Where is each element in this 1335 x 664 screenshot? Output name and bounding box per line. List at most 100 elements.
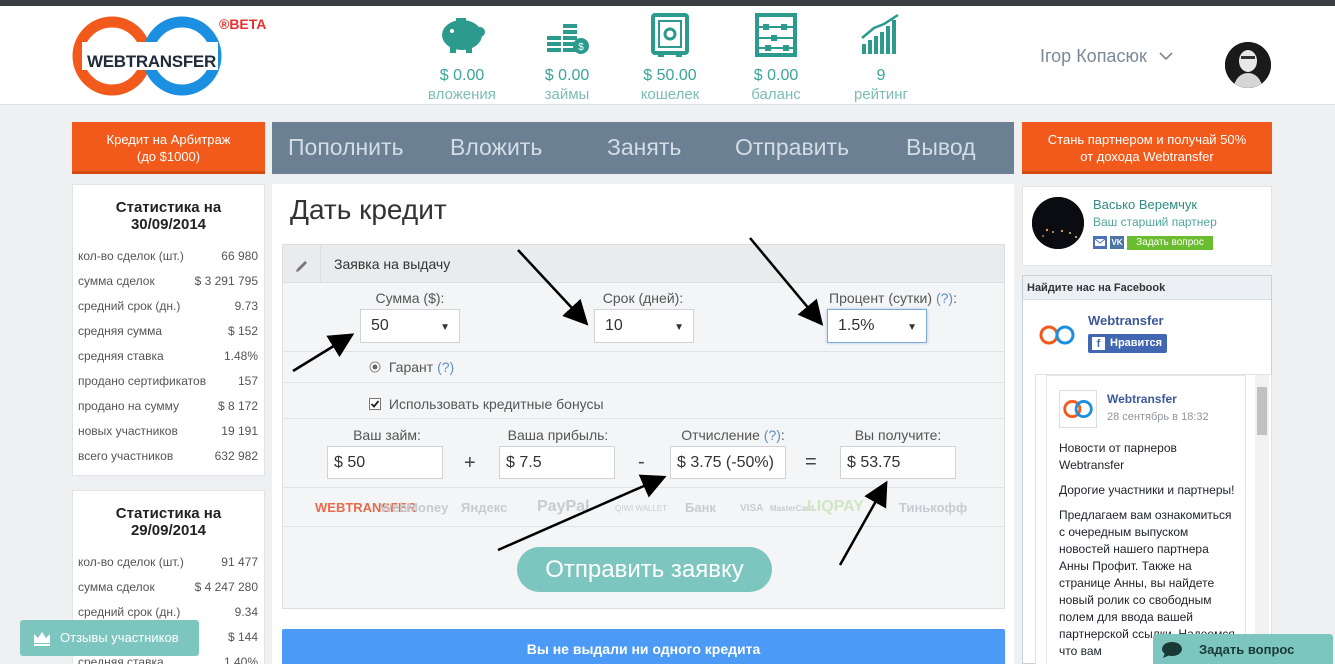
- deduction-label: Отчисление: [681, 427, 760, 443]
- nav-borrow[interactable]: Занять: [607, 134, 681, 161]
- guarantee-label: Гарант: [388, 359, 434, 375]
- user-avatar[interactable]: [1225, 42, 1271, 88]
- post-text: Новости от парнеров Webtransfer Дорогие …: [1059, 440, 1239, 664]
- stats-row: новых участников 19 191: [73, 424, 264, 449]
- stats-row-label: кол-во сделок (шт.): [78, 555, 184, 569]
- guarantee-option[interactable]: Гарант (?): [369, 359, 454, 375]
- post-avatar-logo-icon: [1059, 390, 1097, 428]
- loan-label: Ваш займ:: [353, 427, 421, 443]
- stats-row: средняя ставка 1.40%: [73, 655, 264, 664]
- partner-name[interactable]: Васько Веремчук: [1093, 197, 1197, 212]
- stats-row-value: 9.34: [234, 605, 258, 619]
- sum-select[interactable]: 50 ▼: [360, 309, 460, 343]
- user-name[interactable]: Ігор Копасюк: [1040, 46, 1147, 67]
- stat-balance[interactable]: $ 0.00 баланс: [726, 12, 826, 103]
- stats-row-value: 9.73: [234, 299, 258, 313]
- partner-ask-button[interactable]: Задать вопрос: [1127, 236, 1213, 250]
- chevron-down-icon[interactable]: [1158, 50, 1174, 62]
- form-header: Заявка на выдачу: [283, 245, 1004, 283]
- partner-promo-button[interactable]: Стань партнером и получай 50% от дохода …: [1022, 122, 1272, 174]
- bonus-option[interactable]: Использовать кредитные бонусы: [369, 396, 604, 412]
- stat-loans[interactable]: $ $ 0.00 займы: [517, 12, 617, 103]
- fb-like-label: Нравится: [1110, 337, 1163, 349]
- fb-feed[interactable]: Webtransfer 28 сентябрь в 18:32 Новости …: [1035, 374, 1272, 664]
- stat-label: займы: [544, 86, 590, 103]
- receive-label: Вы получите:: [854, 427, 942, 443]
- profit-field[interactable]: $ 7.5: [499, 446, 615, 479]
- stats-row-value: $ 4 247 280: [194, 580, 258, 594]
- fb-post: Webtransfer 28 сентябрь в 18:32 Новости …: [1046, 375, 1246, 664]
- reviews-button[interactable]: Отзывы участников: [20, 620, 199, 656]
- stats-row-label: средняя сумма: [78, 324, 163, 338]
- logo-text: WEBTRANSFER: [87, 52, 216, 71]
- webtransfer-logo[interactable]: WEBTRANSFER ®BETA: [70, 12, 267, 100]
- pencil-icon: [296, 261, 307, 272]
- ask-question-widget[interactable]: Задать вопрос: [1153, 634, 1333, 664]
- fb-like-button[interactable]: f Нравится: [1088, 334, 1167, 353]
- radio-icon[interactable]: [369, 361, 381, 373]
- stats-row: средний срок (дн.) 9.73: [73, 299, 264, 324]
- stats-row-label: средняя ставка: [78, 655, 164, 664]
- stats-row-label: средний срок (дн.): [78, 299, 181, 313]
- header: WEBTRANSFER ®BETA $ 0.00 вложения $ $ 0.…: [0, 6, 1335, 105]
- deduction-field[interactable]: $ 3.75 (-50%): [670, 446, 786, 479]
- fb-page-name[interactable]: Webtransfer: [1088, 313, 1164, 328]
- vk-icon[interactable]: VK: [1110, 236, 1124, 249]
- stats-row: продано на сумму $ 8 172: [73, 399, 264, 424]
- chat-bubble-icon: [1162, 642, 1182, 658]
- submit-request-button[interactable]: Отправить заявку: [517, 547, 772, 592]
- payment-logo-qiwi: QIWI WALLET: [615, 504, 668, 513]
- arbitrage-credit-button[interactable]: Кредит на Арбитраж (до $1000): [72, 122, 265, 174]
- nav-withdraw[interactable]: Вывод: [906, 134, 976, 161]
- post-author[interactable]: Webtransfer: [1107, 392, 1177, 406]
- rate-select[interactable]: 1.5% ▼: [827, 309, 927, 343]
- partner-avatar[interactable]: [1032, 197, 1084, 249]
- checkbox-icon[interactable]: [369, 398, 381, 410]
- divider: [283, 487, 1004, 488]
- stats-row: кол-во сделок (шт.) 66 980: [73, 249, 264, 274]
- stats-row-value: $ 8 172: [217, 399, 258, 413]
- main-content: Дать кредит Заявка на выдачу Сумма ($): …: [272, 184, 1014, 664]
- scroll-thumb[interactable]: [1257, 387, 1267, 435]
- stats-row-value: $ 144: [227, 630, 258, 644]
- stat-rating[interactable]: 9 рейтинг: [831, 12, 931, 103]
- nav-send[interactable]: Отправить: [735, 134, 849, 161]
- term-value: 10: [605, 317, 623, 334]
- form-title: Заявка на выдачу: [334, 256, 451, 272]
- stats-row-value: 91 477: [221, 555, 258, 569]
- post-date[interactable]: 28 сентябрь в 18:32: [1107, 411, 1209, 423]
- nav-deposit[interactable]: Пополнить: [288, 134, 404, 161]
- payment-logo-visa: VISA: [740, 503, 764, 514]
- stat-wallet[interactable]: $ 50.00 кошелек: [620, 12, 720, 103]
- stats-row: продано сертификатов 157: [73, 374, 264, 399]
- stats-row: кол-во сделок (шт.) 91 477: [73, 555, 264, 580]
- svg-text:$: $: [578, 42, 584, 53]
- deduction-help-link[interactable]: (?): [764, 427, 781, 443]
- stats-row-label: всего участников: [78, 449, 174, 463]
- fb-scrollbar[interactable]: [1255, 375, 1269, 664]
- piggy-bank-icon: [442, 18, 485, 53]
- stats-row-value: $ 3 291 795: [194, 274, 258, 288]
- nav-invest[interactable]: Вложить: [450, 134, 542, 161]
- guarantee-help-link[interactable]: (?): [437, 359, 454, 375]
- receive-field[interactable]: $ 53.75: [840, 446, 956, 479]
- partner-card: Васько Веремчук Ваш старший партнер VK З…: [1022, 186, 1272, 266]
- loan-form: Заявка на выдачу Сумма ($): 50 ▼ Срок (д…: [282, 244, 1005, 609]
- payment-logo-yandex: Яндекс: [461, 500, 508, 515]
- term-select[interactable]: 10 ▼: [594, 309, 694, 343]
- post-paragraph: Дорогие участники и партнеры!: [1059, 483, 1235, 497]
- loan-field[interactable]: $ 50: [327, 446, 443, 479]
- deduction-colon: :: [780, 427, 785, 443]
- stat-value: 9: [876, 67, 886, 84]
- stat-investments[interactable]: $ 0.00 вложения: [412, 12, 512, 103]
- stats-row-value: 632 982: [214, 449, 258, 463]
- stats-row-label: кол-во сделок (шт.): [78, 249, 184, 263]
- rate-help-link[interactable]: (?): [936, 290, 953, 306]
- divider: [283, 418, 1004, 419]
- stats-row: сумма сделок $ 3 291 795: [73, 274, 264, 299]
- equals-sign: =: [805, 451, 817, 473]
- mail-icon[interactable]: [1093, 236, 1107, 249]
- stats-row: средняя сумма $ 152: [73, 324, 264, 349]
- beta-badge: ®BETA: [219, 16, 267, 32]
- divider: [283, 526, 1004, 527]
